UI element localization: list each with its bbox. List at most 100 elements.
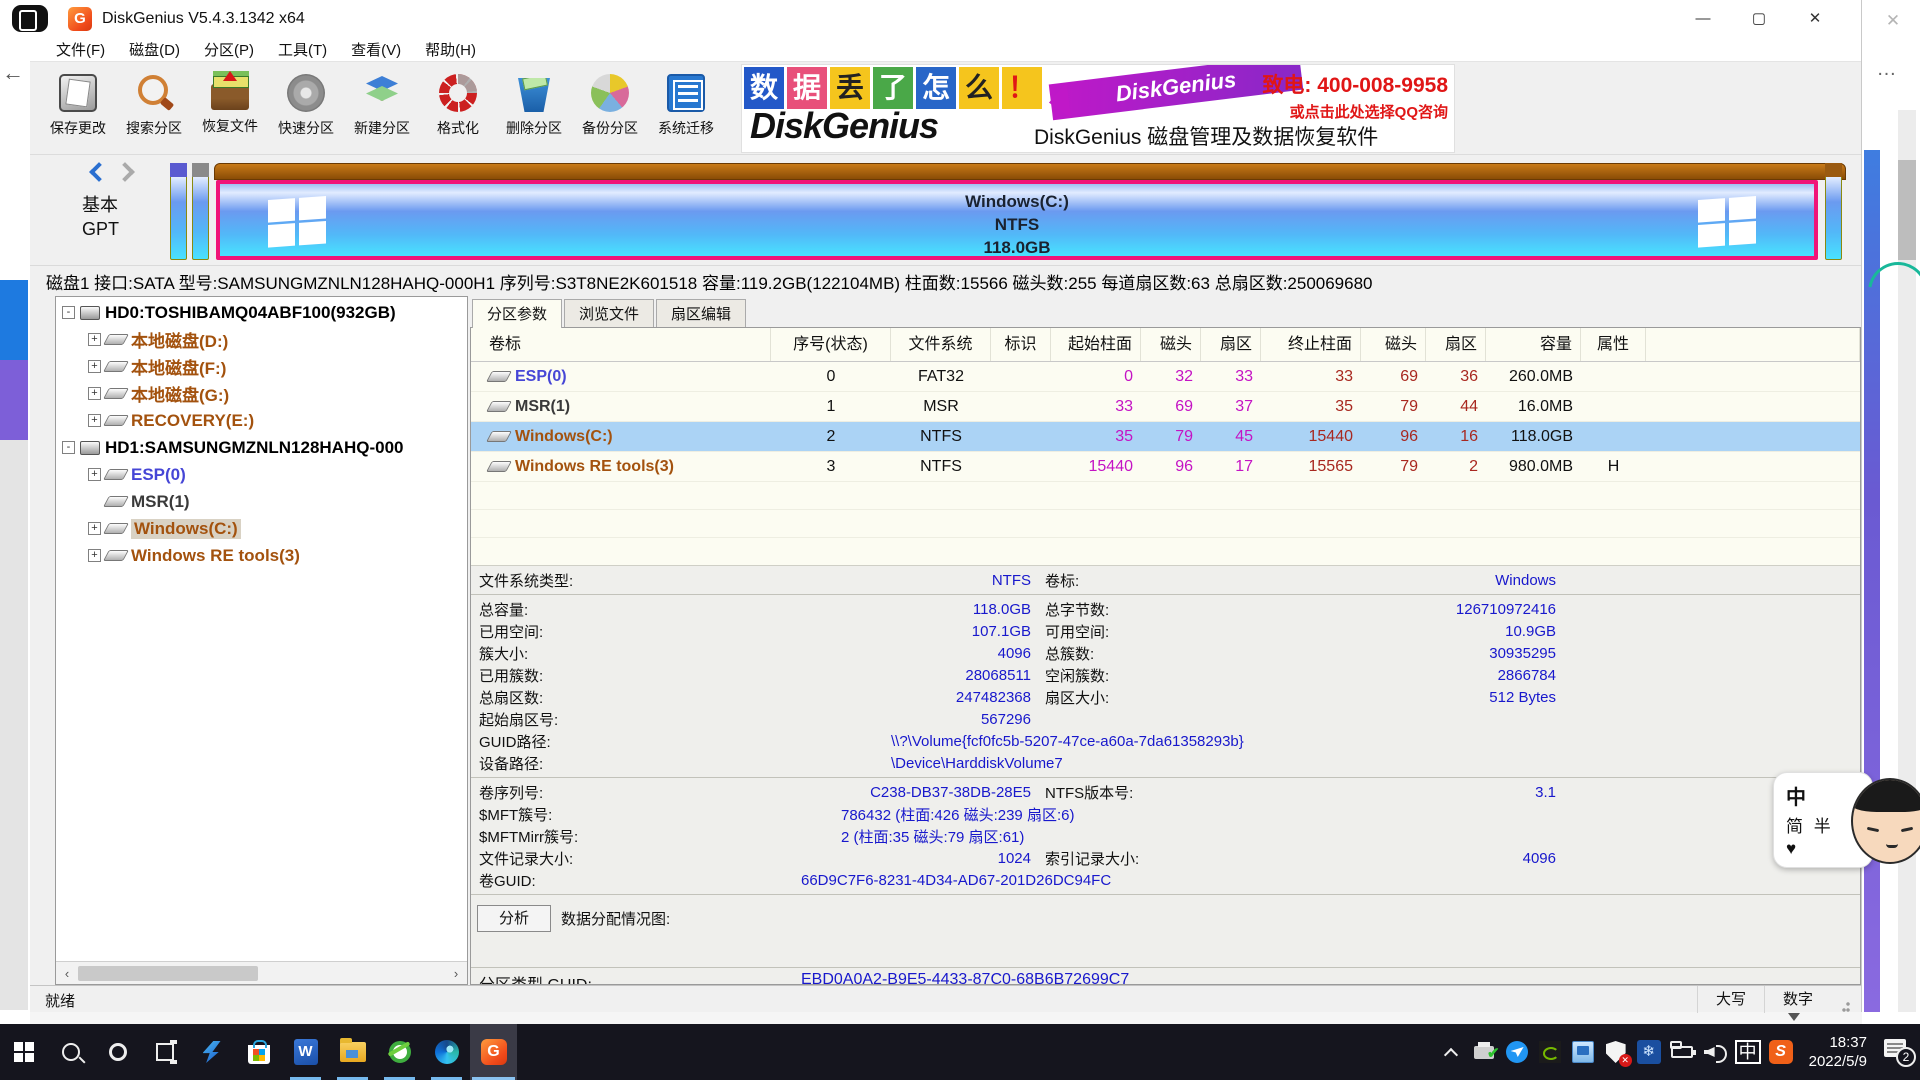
browser-360-button[interactable] bbox=[376, 1024, 423, 1080]
expand-icon[interactable]: + bbox=[88, 468, 101, 481]
toolbar-button[interactable]: 保存更改 bbox=[40, 66, 116, 150]
toolbar-button[interactable]: 快速分区 bbox=[268, 66, 344, 150]
tray-messenger[interactable] bbox=[1504, 1039, 1530, 1065]
toolbar-button[interactable]: 格式化 bbox=[420, 66, 496, 150]
table-row[interactable]: Windows RE tools(3)3NTFS1544096171556579… bbox=[471, 452, 1860, 482]
thunder-app-button[interactable] bbox=[188, 1024, 235, 1080]
expand-icon[interactable]: + bbox=[88, 414, 101, 427]
column-header[interactable]: 序号(状态) bbox=[771, 328, 891, 361]
menu-item[interactable]: 分区(P) bbox=[192, 39, 266, 60]
background-scrollbar-thumb[interactable] bbox=[1898, 160, 1916, 260]
scroll-right-arrow-icon[interactable]: › bbox=[445, 966, 467, 981]
tab-扇区编辑[interactable]: 扇区编辑 bbox=[656, 299, 746, 328]
menu-item[interactable]: 磁盘(D) bbox=[117, 39, 192, 60]
analyze-button[interactable]: 分析 bbox=[477, 905, 551, 932]
tray-expand-button[interactable] bbox=[1438, 1039, 1464, 1065]
ad-banner[interactable]: 数据丢了怎么！ DiskGenius DiskGenius 致电: 400-00… bbox=[742, 65, 1454, 152]
tray-ime-mode[interactable]: 中 bbox=[1735, 1039, 1761, 1065]
tree-item[interactable]: +本地磁盘(F:) bbox=[56, 353, 467, 380]
menu-item[interactable]: 查看(V) bbox=[339, 39, 413, 60]
close-button[interactable]: ✕ bbox=[1787, 0, 1843, 38]
column-header[interactable]: 容量 bbox=[1486, 328, 1581, 361]
column-header[interactable]: 文件系统 bbox=[891, 328, 991, 361]
toolbar-button[interactable]: 备份分区 bbox=[572, 66, 648, 150]
ad-banner-contact[interactable]: 致电: 400-008-9958 或点击此处选择QQ咨询 bbox=[1262, 69, 1448, 122]
tab-分区参数[interactable]: 分区参数 bbox=[472, 299, 562, 328]
tree-item[interactable]: -HD1:SAMSUNGMZNLN128HAHQ-000 bbox=[56, 434, 467, 461]
tray-snowflake-app[interactable]: ❄ bbox=[1636, 1039, 1662, 1065]
expand-icon[interactable]: + bbox=[88, 387, 101, 400]
tray-volume[interactable] bbox=[1702, 1039, 1728, 1065]
back-arrow-icon[interactable]: ← bbox=[2, 62, 24, 84]
tree-item[interactable]: +Windows RE tools(3) bbox=[56, 542, 467, 569]
menu-item[interactable]: 帮助(H) bbox=[413, 39, 488, 60]
ad-qq-link[interactable]: 或点击此处选择QQ咨询 bbox=[1262, 101, 1448, 122]
edge-button[interactable] bbox=[423, 1024, 470, 1080]
previous-disk-arrow-icon[interactable] bbox=[89, 162, 109, 182]
expand-icon[interactable]: + bbox=[88, 360, 101, 373]
table-row[interactable]: MSR(1)1MSR33693735794416.0MB bbox=[471, 392, 1860, 422]
column-header[interactable]: 属性 bbox=[1581, 328, 1646, 361]
scrollbar-thumb[interactable] bbox=[78, 966, 258, 981]
expand-icon[interactable]: + bbox=[88, 522, 101, 535]
collapse-icon[interactable]: - bbox=[62, 441, 75, 454]
cortana-button[interactable] bbox=[94, 1024, 141, 1080]
task-view-button[interactable] bbox=[141, 1024, 188, 1080]
tray-battery[interactable] bbox=[1669, 1039, 1695, 1065]
minimize-button[interactable]: — bbox=[1675, 0, 1731, 38]
start-button[interactable] bbox=[0, 1024, 47, 1080]
tray-defender[interactable]: ✕ bbox=[1603, 1039, 1629, 1065]
toolbar-button[interactable]: 新建分区 bbox=[344, 66, 420, 150]
diskgenius-taskbar-button[interactable] bbox=[470, 1024, 517, 1080]
partition-block-esp[interactable] bbox=[170, 163, 187, 260]
maximize-button[interactable]: ▢ bbox=[1731, 0, 1787, 38]
toolbar-button[interactable]: 恢复文件 bbox=[192, 66, 268, 150]
expand-icon[interactable]: + bbox=[88, 333, 101, 346]
tree-item[interactable]: +ESP(0) bbox=[56, 461, 467, 488]
tray-intel-graphics[interactable] bbox=[1570, 1039, 1596, 1065]
tray-printer[interactable] bbox=[1471, 1039, 1497, 1065]
tree-item[interactable]: -HD0:TOSHIBAMQ04ABF100(932GB) bbox=[56, 299, 467, 326]
file-explorer-button[interactable] bbox=[329, 1024, 376, 1080]
tree-item[interactable]: +RECOVERY(E:) bbox=[56, 407, 467, 434]
word-button[interactable] bbox=[282, 1024, 329, 1080]
column-header[interactable]: 起始柱面 bbox=[1051, 328, 1141, 361]
collapse-icon[interactable]: - bbox=[62, 306, 75, 319]
column-header[interactable]: 标识 bbox=[991, 328, 1051, 361]
background-menu-icon[interactable]: … bbox=[1872, 62, 1902, 82]
tree-item[interactable]: +本地磁盘(D:) bbox=[56, 326, 467, 353]
tree-horizontal-scrollbar[interactable]: ‹ › bbox=[56, 961, 467, 984]
notification-center-button[interactable]: 2 bbox=[1882, 1037, 1916, 1067]
column-header[interactable]: 磁头 bbox=[1361, 328, 1426, 361]
background-scrollbar[interactable] bbox=[1898, 110, 1916, 1012]
menu-item[interactable]: 文件(F) bbox=[44, 39, 117, 60]
toolbar-button[interactable]: 系统迁移 bbox=[648, 66, 724, 150]
tree-item[interactable]: MSR(1) bbox=[56, 488, 467, 515]
menu-item[interactable]: 工具(T) bbox=[266, 39, 339, 60]
tray-sogou[interactable] bbox=[1768, 1039, 1794, 1065]
expand-icon[interactable]: + bbox=[88, 549, 101, 562]
next-disk-arrow-icon[interactable] bbox=[115, 162, 135, 182]
column-header[interactable]: 磁头 bbox=[1141, 328, 1201, 361]
taskbar-clock[interactable]: 18:37 2022/5/9 bbox=[1801, 1033, 1875, 1071]
toolbar-button[interactable]: 删除分区 bbox=[496, 66, 572, 150]
resize-grip[interactable] bbox=[1831, 986, 1851, 1013]
tray-nvidia[interactable] bbox=[1537, 1039, 1563, 1065]
toolbar-button[interactable]: 搜索分区 bbox=[116, 66, 192, 150]
tab-浏览文件[interactable]: 浏览文件 bbox=[564, 299, 654, 328]
taskbar-search-button[interactable] bbox=[47, 1024, 94, 1080]
background-close-icon[interactable]: ✕ bbox=[1880, 8, 1906, 34]
partition-block-windows-c[interactable]: Windows(C:) NTFS 118.0GB bbox=[216, 180, 1818, 260]
partition-block-re-tools[interactable] bbox=[1825, 163, 1842, 260]
partition-block-msr[interactable] bbox=[192, 163, 209, 260]
tree-item[interactable]: +本地磁盘(G:) bbox=[56, 380, 467, 407]
sogou-ime-widget[interactable]: 中 简 半 ♥ bbox=[1773, 772, 1920, 874]
table-row[interactable]: Windows(C:)2NTFS357945154409616118.0GB bbox=[471, 422, 1860, 452]
table-row[interactable]: ESP(0)0FAT3203233336936260.0MB bbox=[471, 362, 1860, 392]
microsoft-store-button[interactable] bbox=[235, 1024, 282, 1080]
column-header[interactable]: 卷标 bbox=[471, 328, 771, 361]
column-header[interactable]: 扇区 bbox=[1426, 328, 1486, 361]
tree-item[interactable]: +Windows(C:) bbox=[56, 515, 467, 542]
column-header[interactable]: 扇区 bbox=[1201, 328, 1261, 361]
column-header[interactable]: 终止柱面 bbox=[1261, 328, 1361, 361]
